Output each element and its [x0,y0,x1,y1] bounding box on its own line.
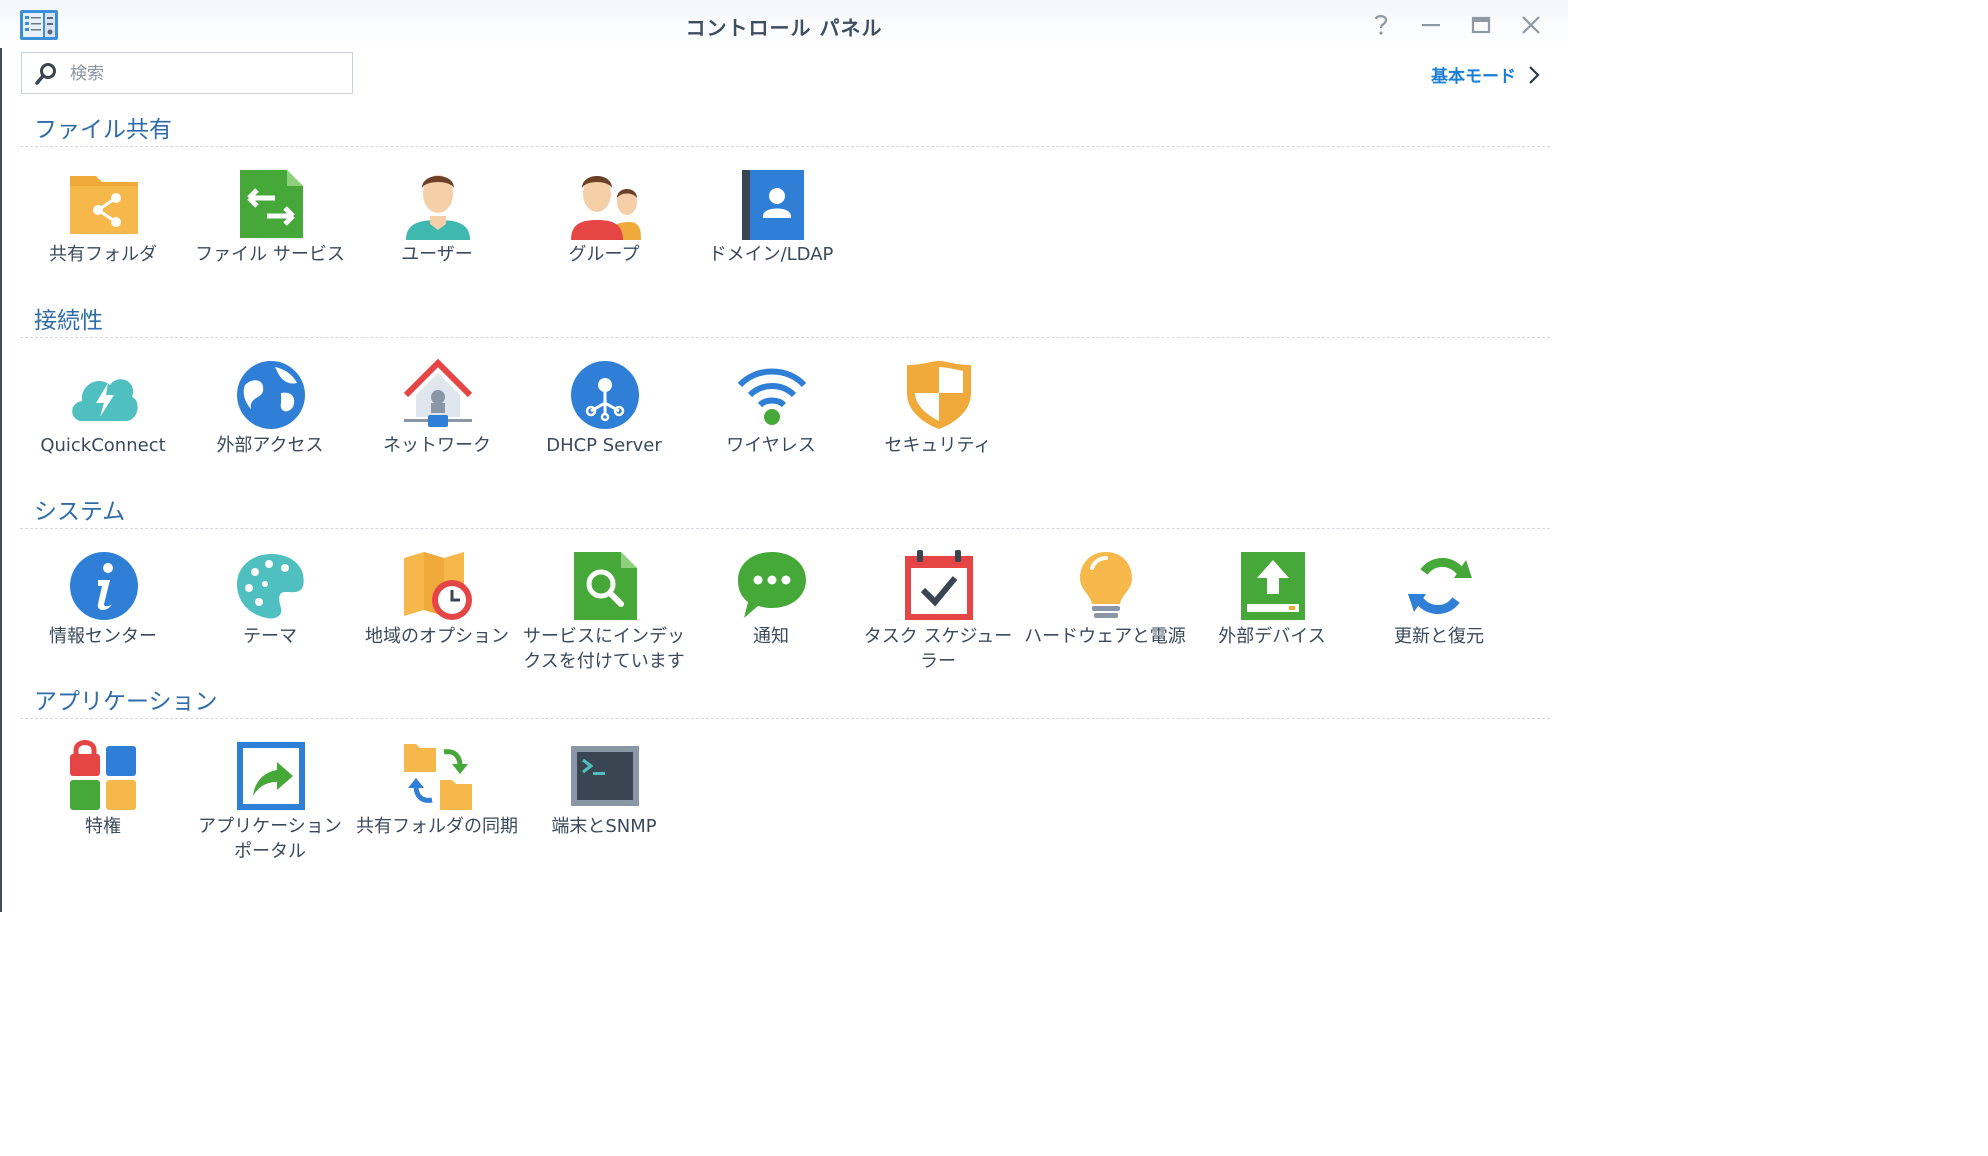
item-label: ドメイン/LDAP [708,244,834,265]
item-label: テーマ [243,626,297,647]
item-label: ユーザー [401,244,473,265]
title-bar: コントロール パネル [0,0,1568,48]
item-label: サービスにインデックスを付けています [523,626,685,672]
item-theme[interactable]: テーマ [187,550,353,690]
item-update-restore[interactable]: 更新と復元 [1356,550,1522,690]
section-divider [20,337,1550,338]
security-icon [907,361,971,429]
search-icon [35,63,56,85]
item-file-services[interactable]: ファイル サービス [187,168,353,308]
item-label: 情報センター [49,626,157,647]
item-quickconnect[interactable]: QuickConnect [20,359,186,499]
section-title-connectivity: 接続性 [34,308,103,334]
section-title-file-sharing: ファイル共有 [34,117,172,143]
item-label: 更新と復元 [1394,626,1484,647]
chevron-right-icon [1529,65,1540,84]
window-title: コントロール パネル [685,16,883,40]
dhcp-server-icon [571,361,639,429]
item-label: 共有フォルダ [49,244,157,265]
item-label: ハードウェアと電源 [1024,626,1186,647]
application-portal-icon [237,742,305,810]
item-label: タスク スケジューラー [863,626,1013,672]
task-scheduler-icon [905,550,973,620]
shared-folder-sync-icon [404,744,472,810]
item-label: 外部アクセス [216,435,324,456]
item-info-center[interactable]: 情報センター [20,550,186,690]
item-notification[interactable]: 通知 [688,550,854,690]
item-label: 通知 [753,626,789,647]
privileges-icon [70,740,136,810]
section-divider [20,718,1550,719]
quickconnect-icon [72,379,138,421]
item-indexing-service[interactable]: サービスにインデックスを付けています [521,550,687,690]
help-icon[interactable] [1368,12,1394,38]
item-network[interactable]: ネットワーク [354,359,520,499]
item-label: ファイル サービス [195,244,345,265]
item-label: 外部デバイス [1218,626,1326,647]
external-devices-icon [1241,552,1305,620]
item-security[interactable]: セキュリティ [855,359,1021,499]
item-regional-options[interactable]: 地域のオプション [354,550,520,690]
external-access-icon [237,361,305,429]
item-label: アプリケーション ポータル [198,816,342,862]
item-terminal-snmp[interactable]: 端末とSNMP [521,740,687,880]
group-icon [571,176,641,240]
search-box [21,52,353,94]
item-hardware-power[interactable]: ハードウェアと電源 [1022,550,1188,690]
close-icon[interactable] [1518,12,1544,38]
item-external-access[interactable]: 外部アクセス [187,359,353,499]
theme-icon [237,554,304,619]
indexing-service-icon [574,552,637,620]
item-label: グループ [568,244,640,265]
section-title-system: システム [34,499,126,525]
item-label: DHCP Server [546,435,662,456]
item-privileges[interactable]: 特権 [20,740,186,880]
item-label: QuickConnect [40,435,166,456]
hardware-power-icon [1080,552,1132,618]
item-label: 特権 [85,816,121,837]
item-label: 地域のオプション [365,626,509,647]
maximize-icon[interactable] [1468,12,1494,38]
item-shared-folder[interactable]: 共有フォルダ [20,168,186,308]
item-wireless[interactable]: ワイヤレス [688,359,854,499]
item-dhcp-server[interactable]: DHCP Server [521,359,687,499]
notification-icon [738,552,806,618]
item-task-scheduler[interactable]: タスク スケジューラー [855,550,1021,690]
network-icon [403,359,473,427]
file-services-icon [240,170,303,238]
search-input[interactable] [68,59,342,89]
section-title-applications: アプリケーション [34,689,218,715]
basic-mode-label: 基本モード [1431,67,1516,87]
item-label: ワイヤレス [726,435,816,456]
section-divider [20,146,1550,147]
item-application-portal[interactable]: アプリケーション ポータル [187,740,353,880]
item-user[interactable]: ユーザー [354,168,520,308]
item-external-devices[interactable]: 外部デバイス [1189,550,1355,690]
basic-mode-link[interactable]: 基本モード [1431,62,1540,87]
terminal-snmp-icon [571,746,639,806]
domain-ldap-icon [742,170,804,240]
item-label: 共有フォルダの同期 [356,816,518,837]
section-divider [20,528,1550,529]
item-shared-folder-sync[interactable]: 共有フォルダの同期 [354,740,520,880]
window-edge [0,0,2,912]
item-label: 端末とSNMP [551,816,657,837]
wireless-icon [737,368,807,425]
item-domain-ldap[interactable]: ドメイン/LDAP [688,168,854,308]
info-center-icon [70,552,138,620]
item-label: セキュリティ [884,435,992,456]
item-label: ネットワーク [383,435,491,456]
minimize-icon[interactable] [1418,12,1444,38]
item-group[interactable]: グループ [521,168,687,308]
shared-folder-icon [70,176,138,234]
user-icon [406,175,470,240]
regional-options-icon [404,552,472,620]
update-restore-icon [1408,558,1472,614]
